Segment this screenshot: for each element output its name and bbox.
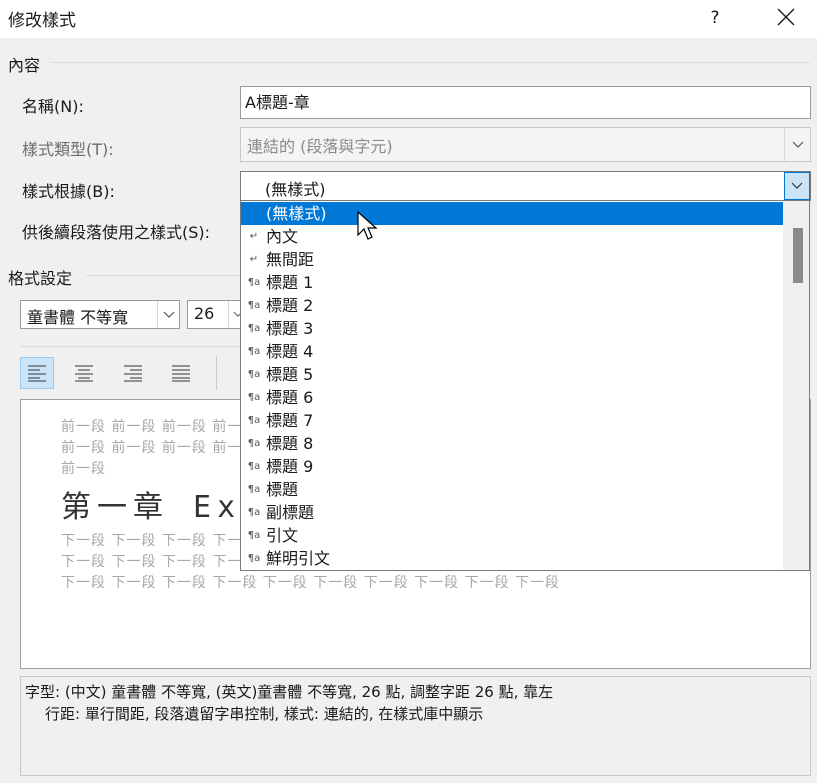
section-content-title: 內容 [8, 56, 41, 75]
section-format-title: 格式設定 [8, 269, 73, 288]
dropdown-item-label: 引文 [266, 526, 299, 545]
align-right-icon [124, 365, 142, 382]
chevron-down-icon[interactable] [784, 172, 810, 200]
font-select[interactable]: 童書體 不等寬 [20, 300, 180, 329]
based-on-dropdown-list[interactable]: (無樣式) ↵ 內文 ↵ 無間距 ¶a 標題 1 ¶a 標題 2 ¶a 標題 3 ¶a 標題 4 ¶a 標題… [240, 200, 810, 571]
dropdown-item-label: 標題 8 [266, 434, 314, 453]
style-description: 字型: (中文) 童書體 不等寬, (英文)童書體 不等寬, 26 點, 調整字… [20, 676, 811, 776]
dropdown-item[interactable]: ¶a 標題 9 [241, 455, 784, 478]
dropdown-item[interactable]: ¶a 標題 6 [241, 386, 784, 409]
mouse-cursor-icon [357, 210, 378, 240]
linked-style-icon: ¶a [247, 300, 261, 311]
font-size-value: 26 [194, 304, 215, 323]
linked-style-icon: ¶a [247, 461, 261, 472]
dropdown-item-label: 標題 6 [266, 388, 314, 407]
linked-style-icon: ¶a [247, 323, 261, 334]
dropdown-item-label: 標題 2 [266, 296, 314, 315]
linked-style-icon: ¶a [247, 484, 261, 495]
dropdown-item[interactable]: ↵ 無間距 [241, 248, 784, 271]
preview-previous-paragraph: 前一段 [61, 461, 106, 477]
name-label: 名稱(N): [22, 97, 84, 116]
based-on-select[interactable]: (無樣式) [240, 171, 811, 201]
scrollbar-thumb[interactable] [793, 228, 803, 283]
based-on-value: (無樣式) [265, 180, 326, 199]
align-left-icon [28, 365, 46, 382]
dropdown-item[interactable]: ¶a 標題 8 [241, 432, 784, 455]
dropdown-item[interactable]: ¶a 標題 2 [241, 294, 784, 317]
dropdown-item-label: 標題 5 [266, 365, 314, 384]
linked-style-icon: ¶a [247, 530, 261, 541]
align-justify-button[interactable] [164, 357, 198, 389]
linked-style-icon: ¶a [247, 346, 261, 357]
dropdown-item-label: (無樣式) [266, 204, 327, 223]
dropdown-item-label: 標題 1 [266, 273, 314, 292]
style-type-value: 連結的 (段落與字元) [247, 137, 393, 156]
preview-next-paragraph: 下一段 下一段 下一段 下一段 下一段 下一段 下一段 下一段 下一段 下一段 [61, 575, 561, 591]
align-center-button[interactable] [67, 357, 101, 389]
chevron-down-icon [784, 128, 810, 161]
dropdown-item[interactable]: ¶a 鮮明引文 [241, 547, 784, 570]
dialog-title: 修改樣式 [8, 11, 76, 31]
style-type-select: 連結的 (段落與字元) [240, 127, 811, 162]
align-justify-icon [172, 365, 190, 382]
linked-style-icon: ¶a [247, 369, 261, 380]
dropdown-item[interactable]: ¶a 標題 3 [241, 317, 784, 340]
align-right-button[interactable] [116, 357, 150, 389]
name-input[interactable]: A標題-章 [240, 86, 811, 119]
dropdown-item-label: 副標題 [266, 503, 315, 522]
dropdown-item-label: 鮮明引文 [266, 549, 331, 568]
font-value: 童書體 不等寬 [27, 308, 129, 327]
section-separator [50, 62, 810, 63]
dropdown-item[interactable]: (無樣式) [241, 202, 784, 225]
dropdown-item-label: 標題 3 [266, 319, 314, 338]
paragraph-style-icon: ↵ [249, 231, 259, 242]
align-left-button[interactable] [20, 357, 54, 389]
description-line: 行距: 單行間距, 段落遺留字串控制, 樣式: 連結的, 在樣式庫中顯示 [45, 705, 484, 723]
title-bar [0, 0, 817, 38]
linked-style-icon: ¶a [247, 415, 261, 426]
chevron-down-icon[interactable] [157, 301, 179, 328]
linked-style-icon: ¶a [247, 553, 261, 564]
toolbar-divider [216, 356, 217, 390]
font-size-select[interactable]: 26 [187, 300, 247, 329]
dropdown-item-label: 標題 4 [266, 342, 314, 361]
dropdown-item[interactable]: ¶a 副標題 [241, 501, 784, 524]
linked-style-icon: ¶a [247, 277, 261, 288]
paragraph-style-icon: ↵ [249, 254, 259, 265]
toolbar-separator [20, 346, 240, 347]
dropdown-item-label: 標題 [266, 480, 299, 499]
dropdown-item-label: 標題 9 [266, 457, 314, 476]
dropdown-item[interactable]: ¶a 標題 4 [241, 340, 784, 363]
dropdown-item[interactable]: ¶a 標題 5 [241, 363, 784, 386]
linked-style-icon: ¶a [247, 392, 261, 403]
dropdown-item-label: 標題 7 [266, 411, 314, 430]
description-line: 字型: (中文) 童書體 不等寬, (英文)童書體 不等寬, 26 點, 調整字… [25, 683, 554, 701]
dropdown-item[interactable]: ¶a 標題 7 [241, 409, 784, 432]
dropdown-item-label: 內文 [266, 227, 299, 246]
dropdown-item[interactable]: ¶a 引文 [241, 524, 784, 547]
dropdown-item-label: 無間距 [266, 250, 315, 269]
dropdown-item[interactable]: ¶a 標題 [241, 478, 784, 501]
dropdown-scrollbar[interactable] [783, 201, 809, 570]
dropdown-item[interactable]: ↵ 內文 [241, 225, 784, 248]
dropdown-item[interactable]: ¶a 標題 1 [241, 271, 784, 294]
style-type-label: 樣式類型(T): [22, 140, 114, 159]
based-on-label: 樣式根據(B): [22, 182, 115, 201]
linked-style-icon: ¶a [247, 438, 261, 449]
align-center-icon [75, 365, 93, 382]
close-icon [777, 8, 795, 26]
linked-style-icon: ¶a [247, 507, 261, 518]
section-separator [86, 275, 240, 276]
close-button[interactable] [764, 0, 808, 34]
next-style-label: 供後續段落使用之樣式(S): [22, 223, 211, 242]
help-button[interactable]: ? [700, 4, 730, 32]
